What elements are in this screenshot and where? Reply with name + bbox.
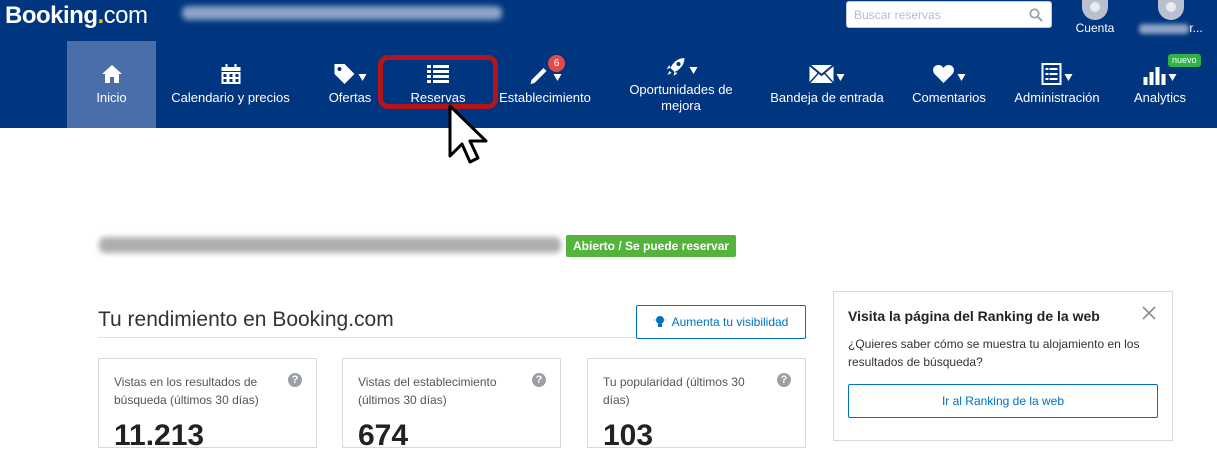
ranking-button[interactable]: Ir al Ranking de la web	[848, 384, 1158, 418]
nav-label: Establecimiento	[499, 90, 591, 105]
user-name-redacted	[1139, 23, 1190, 34]
chevron-down-icon	[957, 73, 966, 81]
nav-item-bandeja[interactable]: Bandeja de entrada	[764, 41, 890, 128]
chevron-down-icon	[1064, 73, 1073, 81]
calendar-icon	[221, 63, 240, 84]
help-icon[interactable]: ?	[532, 373, 546, 387]
property-name-redacted	[99, 237, 561, 253]
nav-label: Bandeja de entrada	[770, 90, 884, 105]
lightbulb-icon	[653, 316, 666, 327]
status-badge: Abierto / Se puede reservar	[566, 235, 737, 257]
hotel-name-redacted	[182, 6, 502, 20]
nav-label: Oportunidades de mejora	[629, 82, 733, 113]
nav-item-calendario[interactable]: Calendario y precios	[164, 41, 297, 128]
main-nav: Inicio Calendario y precios Ofertas Rese…	[0, 41, 1217, 128]
user-avatar-icon	[1158, 0, 1184, 20]
search-input[interactable]	[847, 2, 1023, 27]
pencil-icon	[530, 68, 547, 84]
nav-item-inicio[interactable]: Inicio	[67, 41, 156, 128]
stat-value: 674	[358, 419, 409, 452]
help-icon[interactable]: ?	[777, 373, 791, 387]
stat-label: Tu popularidad (últimos 30 días)	[603, 375, 745, 407]
stat-value: 11.213	[114, 419, 205, 452]
stat-card-search-views: Vistas en los resultados de búsqueda (úl…	[98, 358, 317, 452]
chevron-down-icon	[689, 66, 698, 74]
ranking-title: Visita la página del Ranking de la web	[848, 308, 1100, 324]
reservas-highlight	[378, 55, 498, 109]
envelope-icon	[809, 65, 834, 83]
nav-item-oportunidades[interactable]: Oportunidades de mejora	[622, 41, 740, 128]
chevron-down-icon	[553, 73, 562, 81]
search-box[interactable]	[846, 1, 1052, 28]
chevron-down-icon	[358, 73, 367, 81]
account-label: Cuenta	[1075, 21, 1115, 35]
user-menu[interactable]: r...	[1130, 0, 1212, 35]
tag-icon	[334, 64, 355, 84]
nav-item-comentarios[interactable]: Comentarios	[905, 41, 993, 128]
ranking-description: ¿Quieres saber cómo se muestra tu alojam…	[848, 337, 1140, 369]
heart-icon	[933, 65, 954, 83]
account-menu[interactable]: Cuenta	[1074, 0, 1116, 35]
mouse-cursor-icon	[448, 104, 488, 164]
page-title: Tu rendimiento en Booking.com	[98, 308, 394, 331]
search-icon[interactable]	[1029, 8, 1043, 22]
notification-badge: 6	[548, 55, 565, 72]
chevron-down-icon	[836, 73, 845, 81]
top-bar: Booking.com Cuenta r...	[0, 0, 1217, 41]
bar-chart-icon	[1143, 67, 1166, 85]
nav-item-ofertas[interactable]: Ofertas	[320, 41, 380, 128]
nav-label: Administración	[1014, 90, 1100, 105]
increase-visibility-button[interactable]: Aumenta tu visibilidad	[636, 305, 806, 339]
user-name-suffix: r...	[1189, 21, 1203, 35]
chevron-down-icon	[1168, 73, 1177, 81]
help-icon[interactable]: ?	[288, 373, 302, 387]
nav-label: Comentarios	[912, 90, 986, 105]
button-label: Aumenta tu visibilidad	[671, 315, 789, 329]
booking-logo[interactable]: Booking.com	[5, 2, 148, 30]
close-icon[interactable]	[1142, 306, 1156, 320]
nav-label: Inicio	[96, 90, 127, 105]
stat-value: 103	[603, 419, 654, 452]
nav-item-establecimiento[interactable]: Establecimiento	[496, 41, 594, 128]
nav-label: Ofertas	[328, 90, 372, 105]
document-icon	[1041, 63, 1062, 85]
stat-card-popularity: Tu popularidad (últimos 30 días) ? 103	[587, 358, 806, 452]
account-avatar-icon	[1082, 0, 1108, 20]
new-badge: nuevo	[1168, 54, 1201, 67]
ranking-card: Visita la página del Ranking de la web ¿…	[833, 291, 1173, 441]
stat-card-property-views: Vistas del establecimiento (últimos 30 d…	[342, 358, 561, 452]
nav-label: Calendario y precios	[171, 90, 290, 105]
rocket-icon	[666, 58, 685, 76]
nav-item-administracion[interactable]: Administración	[1008, 41, 1106, 128]
home-icon	[101, 65, 122, 83]
stat-label: Vistas en los resultados de búsqueda (úl…	[114, 375, 259, 407]
nav-label: Analytics	[1133, 90, 1187, 105]
stat-label: Vistas del establecimiento (últimos 30 d…	[358, 375, 497, 407]
